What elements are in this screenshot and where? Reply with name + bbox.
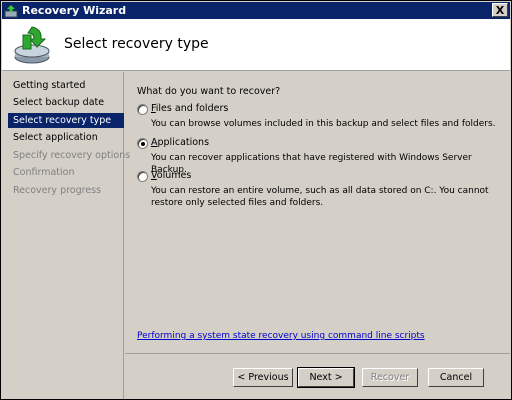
recovery-wizard-window: Recovery Wizard X Select recovery type G…	[0, 0, 512, 400]
cancel-button[interactable]: Cancel	[428, 368, 484, 387]
applications-label-rest: pplications	[157, 137, 210, 148]
volumes-label[interactable]: Volumes	[151, 170, 191, 181]
files-and-folders-label[interactable]: Files and folders	[151, 103, 228, 114]
step-select-recovery-type[interactable]: Select recovery type	[8, 113, 124, 128]
next-button[interactable]: Next >	[297, 367, 355, 388]
close-button[interactable]: X	[492, 3, 508, 17]
steps-pane: Getting started Select backup date Selec…	[2, 72, 131, 399]
radio-selected-dot	[141, 142, 145, 146]
volumes-label-rest: olumes	[156, 170, 192, 181]
recover-question: What do you want to recover?	[137, 86, 281, 97]
recovery-icon	[4, 4, 18, 17]
applications-description: You can recover applications that have r…	[151, 153, 472, 175]
files-and-folders-label-rest: iles and folders	[155, 103, 229, 114]
page-title: Select recovery type	[64, 36, 209, 52]
previous-button[interactable]: < Previous	[233, 368, 293, 387]
content-pane: What do you want to recover? Files and f…	[125, 72, 510, 362]
footer-divider	[125, 353, 510, 354]
step-select-application[interactable]: Select application	[8, 130, 124, 145]
files-and-folders-radio[interactable]	[137, 104, 148, 115]
window-title: Recovery Wizard	[22, 4, 127, 17]
step-specify-recovery-options: Specify recovery options	[13, 150, 131, 161]
files-and-folders-description: You can browse volumes included in this …	[151, 119, 496, 129]
volumes-description: You can restore an entire volume, such a…	[151, 186, 489, 208]
step-select-backup-date[interactable]: Select backup date	[8, 95, 124, 110]
volumes-radio[interactable]	[137, 171, 148, 182]
recovery-arrow-disk-icon	[14, 26, 50, 64]
system-state-recovery-link[interactable]: Performing a system state recovery using…	[137, 331, 425, 341]
applications-label[interactable]: Applications	[151, 137, 209, 148]
step-recovery-progress: Recovery progress	[13, 185, 102, 196]
title-bar[interactable]: Recovery Wizard X	[2, 2, 510, 19]
recover-button: Recover	[362, 368, 418, 387]
step-confirmation: Confirmation	[13, 167, 75, 178]
applications-radio[interactable]	[137, 138, 148, 149]
wizard-header: Select recovery type	[2, 19, 510, 71]
step-getting-started[interactable]: Getting started	[8, 78, 124, 93]
close-icon: X	[495, 3, 505, 17]
